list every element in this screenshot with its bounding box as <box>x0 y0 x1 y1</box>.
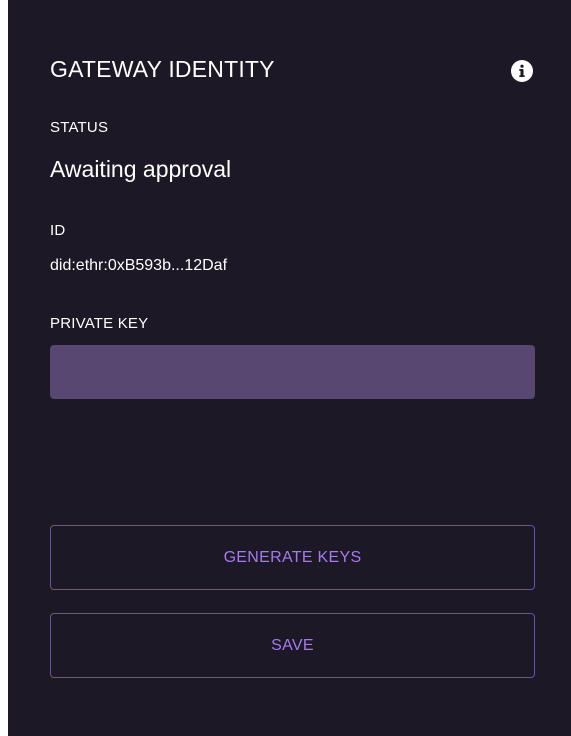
gateway-identity-panel: GATEWAY IDENTITY STATUS Awaiting approva… <box>8 0 571 736</box>
id-value: did:ethr:0xB593b...12Daf <box>50 257 228 274</box>
info-icon[interactable] <box>511 60 533 82</box>
generate-keys-button[interactable]: GENERATE KEYS <box>50 525 535 590</box>
status-value: Awaiting approval <box>50 156 232 182</box>
private-key-label: PRIVATE KEY <box>50 315 149 332</box>
save-button[interactable]: SAVE <box>50 613 535 678</box>
id-label: ID <box>50 222 66 239</box>
panel-title: GATEWAY IDENTITY <box>50 56 275 82</box>
status-label: STATUS <box>50 119 109 136</box>
private-key-input[interactable] <box>50 345 535 399</box>
